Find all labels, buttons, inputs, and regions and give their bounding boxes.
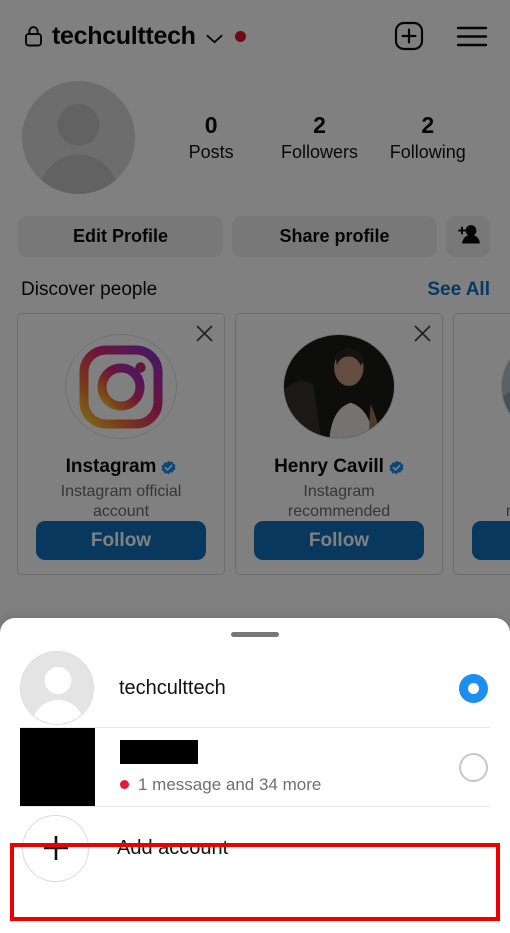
redacted-username-bar [120, 739, 198, 764]
account-row-redacted[interactable]: 1 message and 34 more [0, 728, 510, 806]
account-username: techculttech [119, 676, 226, 699]
account-radio-selected[interactable] [459, 673, 488, 703]
account-info: techculttech [94, 677, 459, 700]
account-avatar [20, 651, 94, 725]
add-account-label: Add account [117, 836, 229, 859]
drag-handle-icon[interactable] [231, 632, 279, 637]
plus-circle-icon [22, 814, 89, 882]
account-switcher-sheet: techculttech 1 message and 34 more Add a… [0, 618, 510, 933]
account-radio-unselected[interactable] [459, 752, 488, 782]
account-row-techculttech[interactable]: techculttech [0, 649, 510, 727]
add-account-row[interactable]: Add account [0, 807, 510, 889]
default-avatar-icon [21, 652, 93, 724]
account-info: 1 message and 34 more [95, 739, 459, 795]
unread-dot-icon [120, 780, 129, 789]
account-avatar-redacted [20, 728, 95, 806]
account-subtitle-row: 1 message and 34 more [120, 775, 459, 795]
account-activity-text: 1 message and 34 more [138, 774, 322, 794]
instagram-profile-screen: techculttech 0 Posts 2 Followers 2 Follo… [0, 0, 510, 933]
